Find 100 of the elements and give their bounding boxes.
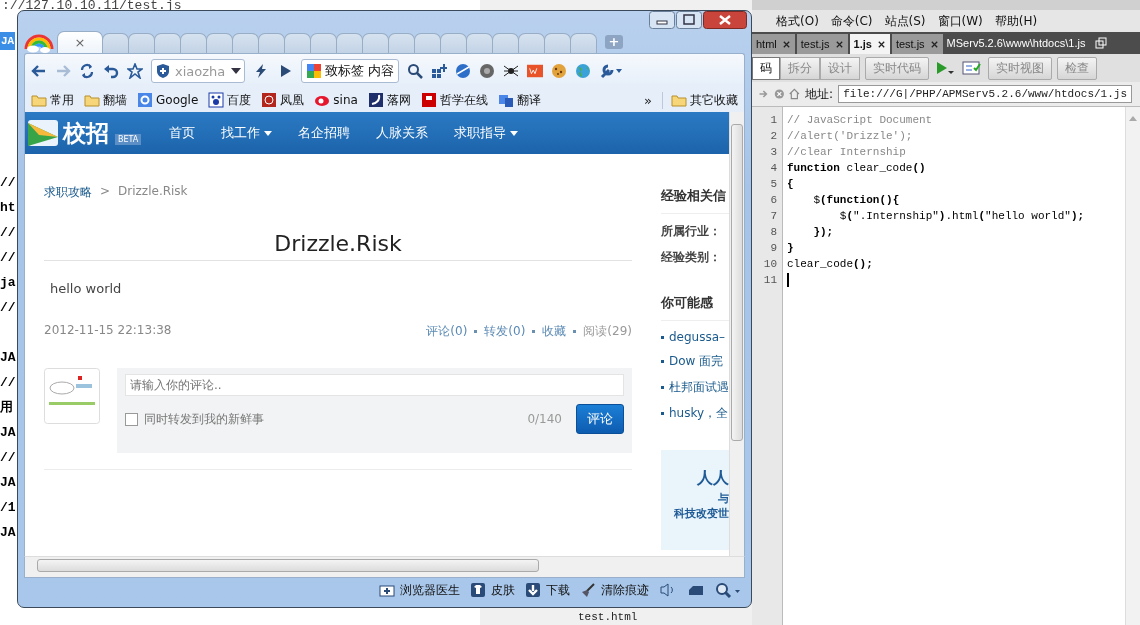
cookie-icon[interactable] [551, 63, 568, 79]
home-icon[interactable] [789, 87, 801, 101]
browser-tab[interactable] [570, 33, 597, 53]
maximize-icon[interactable] [676, 11, 702, 29]
ws-icon[interactable] [527, 63, 544, 79]
globe-icon[interactable] [455, 63, 472, 79]
bookmark-item[interactable]: 凤凰 [261, 91, 305, 109]
browser-tab[interactable] [310, 33, 337, 53]
breadcrumb-link[interactable]: 求职攻略 [44, 184, 92, 201]
zoom-icon[interactable] [715, 582, 741, 598]
bookmark-item[interactable]: sina [314, 92, 358, 108]
status-bar-button[interactable]: 皮肤 [470, 581, 515, 599]
browser-tab[interactable] [232, 33, 259, 53]
status-bar-button[interactable]: 下载 [525, 581, 570, 599]
checklist-icon[interactable] [961, 60, 983, 76]
browser-tab[interactable] [492, 33, 519, 53]
related-link[interactable]: Dow 面完 [669, 353, 724, 370]
ad-banner[interactable]: 人人 与 科技改变世 [661, 450, 729, 550]
browser-tab[interactable] [440, 33, 467, 53]
file-tree-item[interactable]: test.html [578, 610, 638, 624]
action-link[interactable]: 转发(0) [484, 323, 526, 340]
browser-tab[interactable] [388, 33, 415, 53]
status-bar-button[interactable]: 浏览器医生 [379, 581, 460, 599]
browser-tab[interactable] [466, 33, 493, 53]
spiral-icon [261, 92, 278, 108]
browser-tab[interactable] [518, 33, 545, 53]
dropdown-caret-icon[interactable] [231, 68, 242, 74]
nav-link[interactable]: 求职指导 [454, 124, 519, 142]
browser-tab[interactable] [102, 33, 129, 53]
action-link[interactable]: 收藏 [542, 323, 567, 340]
gear-icon[interactable] [479, 63, 496, 79]
bookmark-item[interactable]: 翻墙 [84, 91, 127, 109]
horizontal-scrollbar[interactable] [24, 556, 745, 578]
undo-icon[interactable] [103, 63, 119, 79]
browser-tab[interactable]: × [57, 31, 103, 53]
earth-icon[interactable] [575, 63, 592, 79]
browser-tab[interactable] [154, 33, 181, 53]
comment-input[interactable]: 请输入你的评论.. [125, 374, 624, 396]
bookmark-item[interactable]: 翻译 [497, 91, 541, 109]
browser-tab[interactable] [544, 33, 571, 53]
close-icon[interactable] [703, 11, 747, 29]
close-tab-icon[interactable] [781, 39, 791, 49]
view-button[interactable]: 码 [752, 56, 780, 80]
browser-tab[interactable] [258, 33, 285, 53]
wrench-icon[interactable] [599, 63, 624, 79]
stop-icon[interactable] [773, 87, 785, 101]
menu-item[interactable]: 帮助(H) [994, 12, 1038, 30]
close-tab-icon[interactable] [876, 39, 886, 49]
menu-item[interactable]: 格式(O) [776, 12, 819, 30]
bookmark-item[interactable]: 落网 [367, 91, 411, 109]
search-icon[interactable] [407, 63, 424, 79]
other-bookmarks-item[interactable]: 其它收藏 [662, 91, 738, 109]
nav-link[interactable]: 首页 [169, 124, 196, 142]
browser-tab[interactable] [206, 33, 233, 53]
code-fragment: // [0, 225, 16, 240]
restore-icon[interactable] [1095, 37, 1108, 49]
star-icon[interactable] [127, 63, 143, 79]
browser-tab[interactable] [128, 33, 155, 53]
forward-icon[interactable] [55, 63, 71, 79]
file-tab[interactable]: test.js [891, 34, 943, 54]
action-link[interactable]: 评论(0) [426, 323, 468, 340]
nav-link[interactable]: 找工作 [221, 124, 273, 142]
more-bookmarks-button[interactable]: » [644, 92, 652, 108]
bookmark-item[interactable]: 哲学在线 [420, 91, 488, 109]
search-field[interactable]: 致标签 内容 [301, 59, 400, 83]
browser-tab[interactable] [284, 33, 311, 53]
site-logo[interactable]: 校招 [63, 117, 109, 149]
bookmark-item[interactable]: 常用 [31, 91, 74, 109]
browser-tab[interactable] [336, 33, 363, 53]
nav-link[interactable]: 名企招聘 [298, 124, 351, 142]
spider-icon[interactable] [503, 63, 520, 79]
status-bar-button[interactable]: 清除痕迹 [580, 581, 649, 599]
file-tab[interactable]: test.js [796, 34, 848, 54]
close-tab-icon[interactable] [929, 39, 939, 49]
refresh-icon[interactable] [79, 63, 95, 79]
address-field[interactable]: file:///G|/PHP/APMServ5.2.6/www/htdocs/1.js [838, 85, 1132, 103]
file-tab[interactable]: html [752, 34, 795, 54]
file-tab[interactable]: 1.js [849, 34, 890, 54]
browser-tab[interactable] [180, 33, 207, 53]
shield-icon [155, 63, 171, 79]
menu-item[interactable]: 站点(S) [884, 12, 926, 30]
nav-link[interactable]: 人脉关系 [376, 124, 429, 142]
minimize-icon[interactable] [649, 11, 675, 29]
bookmark-item[interactable]: 百度 [208, 91, 252, 109]
code-fragment: // [0, 375, 16, 390]
scroll-up-icon[interactable] [1129, 115, 1137, 121]
related-link[interactable]: 杜邦面试遇 [669, 379, 729, 396]
close-tab-icon[interactable] [834, 39, 844, 49]
browser-tab[interactable] [414, 33, 441, 53]
related-link[interactable]: degussa– [669, 330, 726, 344]
checkbox[interactable] [125, 412, 138, 426]
vertical-scrollbar[interactable] [729, 112, 744, 556]
grid-plus-icon[interactable] [431, 63, 448, 79]
back-icon[interactable] [31, 63, 47, 79]
menu-item[interactable]: 命令(C) [830, 12, 873, 30]
browser-tab[interactable] [362, 33, 389, 53]
menu-item[interactable]: 窗口(W) [937, 12, 983, 30]
related-link[interactable]: husky，全 [669, 405, 729, 422]
bookmark-item[interactable]: Google [137, 92, 199, 108]
submit-comment-button[interactable]: 评论 [576, 404, 624, 434]
